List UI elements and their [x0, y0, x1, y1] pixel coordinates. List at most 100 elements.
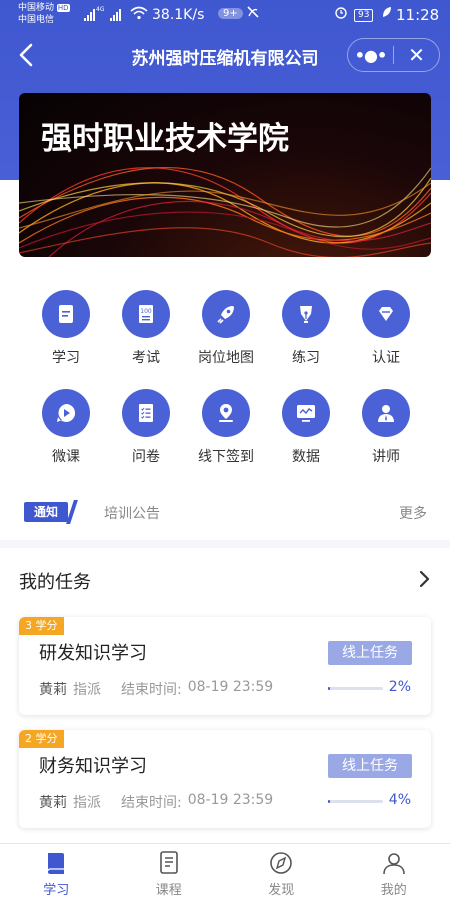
- rocket-icon: [202, 290, 250, 338]
- status-bar: 中国移动 HD 中国电信 4G 38.1K/s 9+ 93 11:28: [0, 0, 450, 30]
- my-tasks-section: 我的任务 3 学分 研发知识学习 线上任务 黄莉 指派 结束时间: 08-19 …: [0, 548, 450, 843]
- hd-badge: HD: [56, 4, 70, 12]
- signal-icon: [84, 9, 95, 21]
- task-type-tag: 线上任务: [328, 641, 412, 665]
- checklist-icon: [122, 389, 170, 437]
- progress-text: 4%: [388, 792, 411, 808]
- assign-action: 指派: [73, 682, 101, 698]
- feature-label: 微课: [52, 449, 80, 465]
- task-title: 研发知识学习: [39, 643, 147, 664]
- assigner: 黄莉: [39, 795, 67, 811]
- feature-label: 线下签到: [198, 449, 254, 465]
- svg-text:100: 100: [140, 308, 152, 315]
- play-icon: [42, 389, 90, 437]
- assign-action: 指派: [73, 795, 101, 811]
- task-card[interactable]: 3 学分 研发知识学习 线上任务 黄莉 指派 结束时间: 08-19 23:59…: [19, 617, 431, 715]
- end-label: 结束时间:: [121, 682, 182, 698]
- feature-data[interactable]: 数据: [266, 389, 346, 466]
- feature-label: 考试: [132, 350, 160, 366]
- exam-icon: 100: [122, 290, 170, 338]
- task-meta: 黄莉 指派 结束时间: 08-19 23:59: [39, 679, 273, 699]
- chevron-left-icon: [19, 43, 33, 67]
- network-speed: 38.1K/s: [152, 7, 205, 23]
- tab-mine[interactable]: 我的: [338, 844, 450, 900]
- notification-badge: 9+: [218, 8, 243, 19]
- pen-nib-icon: [282, 290, 330, 338]
- feature-offline-checkin[interactable]: 线下签到: [186, 389, 266, 466]
- dnd-icon: [246, 5, 260, 23]
- progress-fill: [328, 687, 331, 690]
- feature-survey[interactable]: 问卷: [106, 389, 186, 466]
- feature-certification[interactable]: 认证: [346, 290, 426, 367]
- feature-label: 问卷: [132, 449, 160, 465]
- signal-icon: [110, 9, 121, 21]
- carrier-1: 中国移动: [18, 3, 55, 13]
- progress-text: 2%: [388, 679, 411, 695]
- banner-image[interactable]: 强时职业技术学院: [19, 93, 431, 257]
- alarm-icon: [334, 5, 348, 23]
- back-button[interactable]: [16, 42, 40, 68]
- close-button[interactable]: ✕: [394, 43, 439, 67]
- compass-icon: [270, 852, 293, 874]
- feature-study[interactable]: 学习: [26, 290, 106, 367]
- tab-discover[interactable]: 发现: [225, 844, 338, 900]
- banner-title: 强时职业技术学院: [41, 121, 289, 157]
- progress-bar: [328, 800, 383, 803]
- page-title: 苏州强时压缩机有限公司: [131, 49, 319, 69]
- tab-label: 我的: [380, 883, 407, 898]
- notice-tag: 通知: [24, 502, 68, 522]
- chart-icon: [282, 389, 330, 437]
- carrier-info: 中国移动 HD 中国电信: [18, 2, 70, 26]
- feature-label: 数据: [292, 449, 320, 465]
- feature-job-map[interactable]: 岗位地图: [186, 290, 266, 367]
- tab-course[interactable]: 课程: [113, 844, 226, 900]
- tab-study[interactable]: 学习: [0, 844, 113, 900]
- tab-label: 课程: [155, 883, 182, 898]
- progress-bar: [328, 687, 383, 690]
- wifi-icon: [130, 6, 148, 24]
- feature-grid: 学习 100 考试 岗位地图 练习 认证 微课 问卷 线下签到 数据 讲师: [26, 290, 426, 466]
- tab-label: 学习: [43, 883, 70, 898]
- progress-fill: [328, 800, 331, 803]
- feature-lecturer[interactable]: 讲师: [346, 389, 426, 466]
- leaf-icon: [382, 6, 392, 21]
- feature-label: 学习: [52, 350, 80, 366]
- task-type-tag: 线上任务: [328, 754, 412, 778]
- tab-label: 发现: [268, 883, 295, 898]
- end-time: 08-19 23:59: [187, 792, 274, 808]
- feature-label: 岗位地图: [198, 350, 254, 366]
- feature-label: 练习: [292, 350, 320, 366]
- end-label: 结束时间:: [121, 795, 182, 811]
- feature-exam[interactable]: 100 考试: [106, 290, 186, 367]
- notice-more-link[interactable]: 更多: [399, 503, 427, 523]
- feature-micro-course[interactable]: 微课: [26, 389, 106, 466]
- chevron-right-icon: [419, 570, 430, 588]
- diamond-icon: [362, 290, 410, 338]
- assigner: 黄莉: [39, 682, 67, 698]
- credit-badge: 2 学分: [19, 730, 64, 748]
- task-title: 财务知识学习: [39, 756, 147, 777]
- task-card[interactable]: 2 学分 财务知识学习 线上任务 黄莉 指派 结束时间: 08-19 23:59…: [19, 730, 431, 828]
- network-type: 4G: [96, 6, 105, 13]
- user-icon: [382, 853, 405, 875]
- battery-level: 93: [354, 9, 374, 22]
- bottom-tab-bar: 学习 课程 发现 我的: [0, 843, 450, 900]
- course-icon: [159, 851, 178, 874]
- section-title: 我的任务: [19, 572, 91, 593]
- more-button[interactable]: •●•: [348, 46, 393, 65]
- teacher-icon: [362, 389, 410, 437]
- book-icon: [47, 853, 65, 874]
- notice-text[interactable]: 培训公告: [104, 503, 160, 523]
- mini-program-capsule: •●• ✕: [347, 38, 440, 72]
- feature-label: 讲师: [372, 449, 400, 465]
- document-icon: [42, 290, 90, 338]
- feature-practice[interactable]: 练习: [266, 290, 346, 367]
- location-icon: [202, 389, 250, 437]
- notice-bar[interactable]: 通知 培训公告 更多: [24, 500, 429, 524]
- carrier-2: 中国电信: [18, 15, 55, 25]
- feature-label: 认证: [372, 350, 400, 366]
- task-meta: 黄莉 指派 结束时间: 08-19 23:59: [39, 792, 273, 812]
- clock: 11:28: [396, 6, 440, 24]
- end-time: 08-19 23:59: [187, 679, 274, 695]
- tasks-more-button[interactable]: [418, 570, 432, 588]
